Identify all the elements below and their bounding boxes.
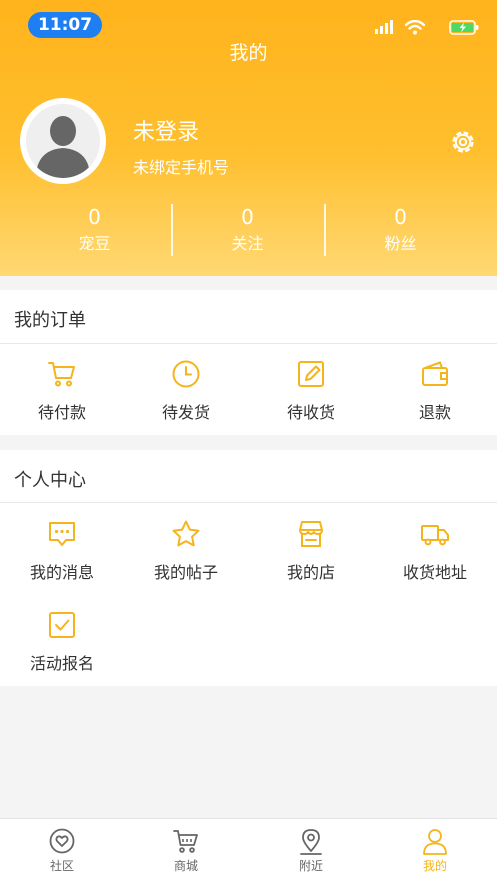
tab-shop[interactable]: 商城 [124,819,248,883]
tab-label: 商城 [173,859,198,873]
cart-icon [48,362,75,387]
wifi-icon [405,20,425,35]
edit-icon [298,361,324,387]
tab-nearby[interactable]: 附近 [249,819,373,883]
event-registration[interactable]: 活动报名 [0,610,124,690]
section-divider [0,343,497,344]
order-pending-receipt[interactable]: 待收货 [249,359,373,439]
tab-label: 我的 [422,859,447,873]
personal-item-label: 收货地址 [402,563,467,582]
stat-following[interactable]: 0 关注 [165,204,330,260]
order-item-label: 待发货 [161,403,210,422]
stat-label: 粉丝 [384,234,417,253]
shipping-address[interactable]: 收货地址 [373,519,497,599]
section-divider [0,502,497,503]
page-title: 我的 [229,42,268,64]
signal-icon [375,20,393,34]
personal-center-section: 个人中心 我的消息 我的帖子 我的店 收货地址 活动报名 [0,450,497,686]
shop-cart-icon [173,830,198,853]
personal-item-label: 我的帖子 [153,563,218,582]
star-icon [172,520,200,547]
status-time: 11:07 [28,12,102,38]
wallet-icon [422,361,448,386]
stat-followers[interactable]: 0 粉丝 [318,204,483,260]
tab-community[interactable]: 社区 [0,819,124,883]
stat-value: 0 [394,205,407,229]
clock-icon [172,360,200,388]
location-icon [300,829,322,855]
stat-pet-beans[interactable]: 0 宠豆 [12,204,177,260]
my-messages[interactable]: 我的消息 [0,519,124,599]
tab-label: 社区 [49,859,74,873]
message-icon [49,522,75,546]
stat-value: 0 [241,205,254,229]
checkbox-icon [49,612,75,638]
order-item-label: 待付款 [37,403,86,422]
stats-row: 0 宠豆 0 关注 0 粉丝 [0,204,497,260]
order-refund[interactable]: 退款 [373,359,497,439]
section-title[interactable]: 我的订单 [14,306,86,332]
battery-icon [449,20,479,35]
orders-section: 我的订单 待付款 待发货 待收货 退款 [0,290,497,435]
tab-label: 附近 [298,859,323,873]
bottom-tab-bar: 社区 商城 附近 我的 [0,818,497,883]
store-icon [299,521,323,547]
stat-label: 宠豆 [78,234,111,253]
order-item-label: 退款 [418,403,451,422]
stat-label: 关注 [231,234,264,253]
user-name[interactable]: 未登录 [133,114,199,146]
community-icon [49,828,75,854]
tab-profile[interactable]: 我的 [373,819,497,883]
personal-item-label: 我的消息 [29,563,94,582]
order-item-label: 待收货 [286,403,335,422]
avatar[interactable] [20,98,106,184]
order-pending-payment[interactable]: 待付款 [0,359,124,439]
profile-header: 11:07 我的 未登录 未绑定手机号 0 宠豆 0 关注 0 粉丝 [0,0,497,276]
personal-item-label: 活动报名 [29,654,94,673]
my-store[interactable]: 我的店 [249,519,373,599]
order-pending-shipment[interactable]: 待发货 [124,359,248,439]
section-title: 个人中心 [14,470,86,491]
my-posts[interactable]: 我的帖子 [124,519,248,599]
default-avatar-icon [26,104,100,178]
profile-icon [423,829,447,855]
settings-gear-icon[interactable] [448,127,478,157]
user-phone: 未绑定手机号 [133,158,230,177]
truck-icon [421,525,449,546]
personal-item-label: 我的店 [286,563,335,582]
stat-value: 0 [88,205,101,229]
